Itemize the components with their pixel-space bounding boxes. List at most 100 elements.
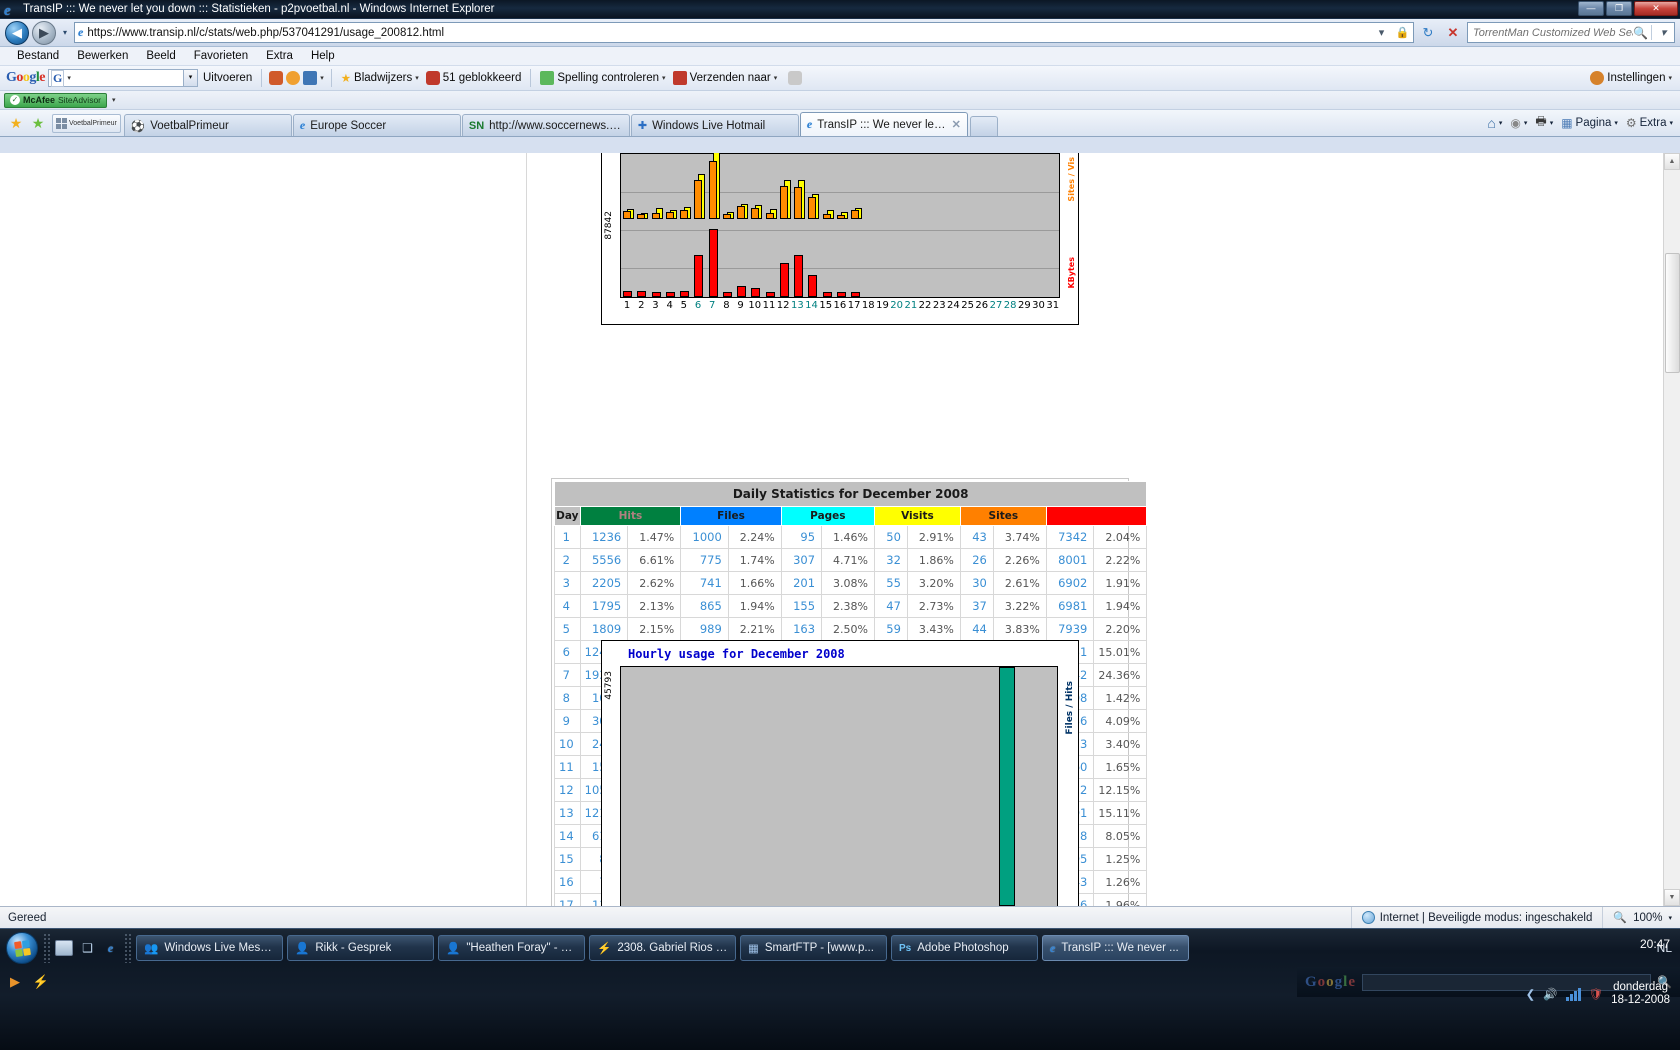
zoom-control[interactable]: 🔍 100% ▾ xyxy=(1602,907,1680,928)
forward-button[interactable]: ▶ xyxy=(32,21,56,45)
refresh-button[interactable]: ↻ xyxy=(1417,22,1439,43)
cell-day: 1 xyxy=(555,526,581,549)
home-button[interactable]: ⌂▾ xyxy=(1484,115,1505,131)
popup-blocker-icon[interactable] xyxy=(286,71,300,85)
cell-sites-pct: 2.61% xyxy=(993,572,1046,595)
google-search-input[interactable]: G ▾ ▾ xyxy=(48,69,198,87)
home-icon: ⌂ xyxy=(1487,115,1495,131)
taskbar-button-photoshop[interactable]: Ps Adobe Photoshop xyxy=(891,935,1038,961)
menu-beeld[interactable]: Beeld xyxy=(137,47,184,66)
page-scrollbar[interactable]: ▲ ▼ xyxy=(1663,153,1680,906)
blocked-counter[interactable]: 51 geblokkeerd xyxy=(424,71,524,85)
tab-transip[interactable]: e TransIP ::: We never let ... ✕ xyxy=(800,112,968,136)
tab-voetbalprimeur[interactable]: ⚽ VoetbalPrimeur xyxy=(124,114,292,136)
search-icon[interactable]: 🔍 xyxy=(1633,26,1648,40)
volume-icon[interactable]: 🔊 xyxy=(1543,987,1557,1001)
tab-soccernews[interactable]: SN http://www.soccernews.nl... xyxy=(462,114,630,136)
header-hits: Hits xyxy=(580,507,681,526)
menu-help[interactable]: Help xyxy=(302,47,344,66)
tools-menu-button[interactable]: ⚙Extra▾ xyxy=(1623,116,1676,130)
taskbar-button-winamp[interactable]: ⚡ 2308. Gabriel Rios -... xyxy=(589,935,736,961)
security-zone[interactable]: Internet | Beveiligde modus: ingeschakel… xyxy=(1351,907,1603,928)
switch-windows-icon[interactable]: ❑ xyxy=(79,940,96,957)
menu-bewerken[interactable]: Bewerken xyxy=(68,47,137,66)
close-icon[interactable]: ✕ xyxy=(952,118,961,131)
page-caret-icon[interactable]: ▾ xyxy=(1614,119,1618,127)
clock[interactable]: donderdag 18-12-2008 xyxy=(1611,981,1670,1007)
stop-button[interactable]: ✕ xyxy=(1442,22,1464,43)
tab-europe-soccer[interactable]: e Europe Soccer xyxy=(293,114,461,136)
cell-kbytes-pct: 2.22% xyxy=(1094,549,1147,572)
home-caret-icon[interactable]: ▾ xyxy=(1499,119,1503,127)
print-button[interactable]: 🖶▾ xyxy=(1532,112,1556,133)
print-caret-icon[interactable]: ▾ xyxy=(1550,119,1554,127)
settings-caret-icon[interactable]: ▾ xyxy=(1668,74,1672,82)
maximize-button[interactable]: ❐ xyxy=(1606,1,1632,16)
favorites-center-icon[interactable]: ★ xyxy=(27,110,49,136)
bookmarks-button[interactable]: ★ Bladwijzers ▾ xyxy=(339,71,421,85)
spellcheck-caret-icon[interactable]: ▾ xyxy=(662,74,666,82)
bookmarks-caret-icon[interactable]: ▾ xyxy=(415,74,419,82)
autofill-icon[interactable] xyxy=(303,71,317,85)
recent-pages-dropdown[interactable]: ▾ xyxy=(59,28,71,37)
start-button[interactable] xyxy=(6,932,38,964)
menu-bestand[interactable]: Bestand xyxy=(8,47,68,66)
taskbar-button-messenger[interactable]: 👥 Windows Live Mess... xyxy=(136,935,283,961)
sendto-button[interactable]: Verzenden naar ▾ xyxy=(671,71,780,85)
address-input[interactable]: e https://www.transip.nl/c/stats/web.php… xyxy=(74,22,1414,43)
blocked-icon xyxy=(426,71,440,85)
mcafee-caret-icon[interactable]: ▾ xyxy=(112,96,116,104)
toolbar-grip-2[interactable] xyxy=(124,933,131,963)
zoom-caret-icon[interactable]: ▾ xyxy=(1668,914,1672,922)
quick-tabs-button[interactable]: VoetbalPrimeur xyxy=(52,114,121,133)
feeds-caret-icon[interactable]: ▾ xyxy=(1524,119,1528,127)
quick-tabs-caret-icon[interactable]: VoetbalPrimeur xyxy=(69,120,117,127)
minimize-button[interactable]: — xyxy=(1578,1,1604,16)
show-desktop-icon[interactable] xyxy=(55,940,73,956)
google-input-caret-icon[interactable]: ▾ xyxy=(67,74,71,82)
search-input[interactable]: TorrentMan Customized Web Search 🔍 ▾ xyxy=(1467,22,1675,43)
note-icon[interactable] xyxy=(788,71,802,85)
autofill-caret-icon[interactable]: ▾ xyxy=(320,74,324,82)
scroll-down-arrow[interactable]: ▼ xyxy=(1664,889,1680,906)
taskbar-button-transip[interactable]: e TransIP ::: We never ... xyxy=(1042,935,1189,961)
spellcheck-button[interactable]: Spelling controleren ▾ xyxy=(538,71,667,85)
taskbar-button-smartftp[interactable]: ▦ SmartFTP - [www.p... xyxy=(740,935,887,961)
cell-files: 865 xyxy=(681,595,729,618)
add-favorite-icon[interactable]: ★ xyxy=(5,110,27,136)
tools-caret-icon[interactable]: ▾ xyxy=(1669,119,1673,127)
x-tick-label: 31 xyxy=(1046,300,1060,320)
network-icon[interactable] xyxy=(1566,988,1581,1001)
security-zone-label: Internet | Beveiligde modus: ingeschakel… xyxy=(1380,912,1593,924)
toolbar-grip-1[interactable] xyxy=(43,933,50,963)
feeds-button[interactable]: ◉▾ xyxy=(1507,116,1530,130)
taskbar-button-heathen-foray[interactable]: 👤 "Heathen Foray" - G... xyxy=(438,935,585,961)
x-tick-label: 18 xyxy=(861,300,875,320)
back-button[interactable]: ◀ xyxy=(5,21,29,45)
scroll-up-arrow[interactable]: ▲ xyxy=(1664,153,1680,170)
header-sites: Sites xyxy=(960,507,1046,526)
arrow-icon[interactable]: ❮ xyxy=(1526,987,1536,1001)
bar-kbytes xyxy=(837,292,846,297)
search-provider-caret-icon[interactable]: ▾ xyxy=(1655,26,1672,39)
mcafee-siteadvisor-button[interactable]: ✓ McAfee SiteAdvisor xyxy=(4,93,107,108)
google-history-dropdown[interactable]: ▾ xyxy=(183,70,197,86)
menu-favorieten[interactable]: Favorieten xyxy=(185,47,257,66)
scrollbar-thumb[interactable] xyxy=(1665,253,1680,373)
tab-windows-live-hotmail[interactable]: ✚ Windows Live Hotmail xyxy=(631,114,799,136)
close-button[interactable]: ✕ xyxy=(1634,1,1678,16)
sendto-caret-icon[interactable]: ▾ xyxy=(774,74,778,82)
google-settings-button[interactable]: Instellingen ▾ xyxy=(1588,71,1674,85)
new-tab-button[interactable] xyxy=(970,116,998,136)
menu-extra[interactable]: Extra xyxy=(257,47,302,66)
highlight-icon[interactable] xyxy=(269,71,283,85)
bar-kbytes xyxy=(823,292,832,297)
page-menu-button[interactable]: ▦Pagina▾ xyxy=(1558,116,1621,130)
internet-explorer-icon[interactable]: e xyxy=(102,940,119,957)
messenger-quicklaunch-icon[interactable]: ⚡ xyxy=(32,973,50,991)
google-run-button[interactable]: Uitvoeren xyxy=(201,72,254,84)
taskbar-button-rikk[interactable]: 👤 Rikk - Gesprek xyxy=(287,935,434,961)
media-player-icon[interactable]: ▶ xyxy=(6,973,24,991)
address-dropdown-icon[interactable]: ▾ xyxy=(1373,26,1390,39)
shield-icon[interactable]: 🛡 xyxy=(1589,987,1604,1001)
